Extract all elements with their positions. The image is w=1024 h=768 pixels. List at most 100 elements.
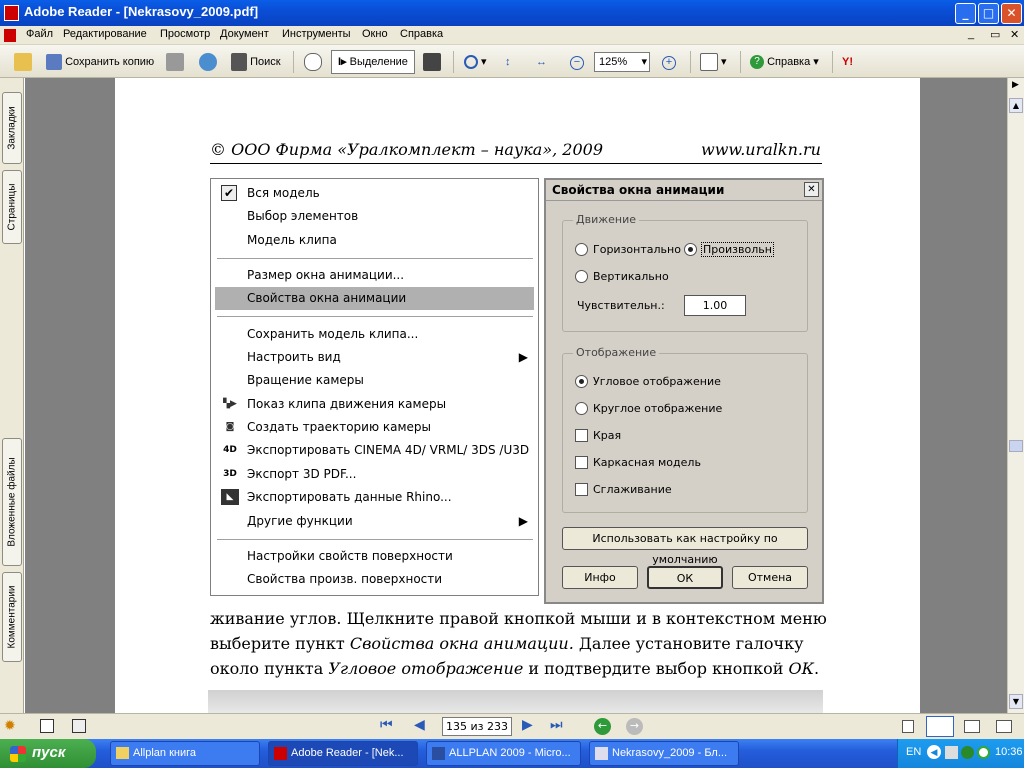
menu-tools[interactable]: Инструменты <box>282 28 351 40</box>
zoom-in-button[interactable]: + <box>662 51 676 73</box>
doc-restore-button[interactable]: ▭ <box>990 28 1000 41</box>
menu-item-animation-window-size[interactable]: Размер окна анимации... <box>211 264 538 287</box>
radio-horizontal[interactable] <box>575 243 588 256</box>
last-page-button[interactable]: ⏭ <box>550 717 563 733</box>
menu-item-export-rhino[interactable]: ◣ Экспортировать данные Rhino... <box>211 486 538 509</box>
menu-item-whole-model[interactable]: ✔ Вся модель <box>211 182 538 205</box>
help-button[interactable]: ? Справка ▾ <box>750 51 819 73</box>
open-button[interactable] <box>14 51 32 73</box>
page-layout-icon[interactable] <box>72 719 86 733</box>
task-allplan-word[interactable]: ALLPLAN 2009 - Micro... <box>426 741 581 766</box>
minimize-button[interactable]: _ <box>955 3 976 24</box>
rotate-button[interactable]: ▾ <box>700 51 727 73</box>
menu-item-animation-window-properties[interactable]: Свойства окна анимации <box>215 287 534 310</box>
menu-bar: Файл Редактирование Просмотр Документ Ин… <box>0 26 1024 45</box>
go-forward-icon[interactable]: → <box>626 718 643 735</box>
hand-tool-button[interactable] <box>304 51 322 73</box>
yahoo-icon[interactable]: Y! <box>842 51 853 73</box>
page-view-icon[interactable] <box>40 719 54 733</box>
floppy-icon <box>46 54 62 71</box>
dialog-close-icon[interactable]: ✕ <box>804 182 819 197</box>
tray-arrow-icon[interactable]: ◀ <box>927 745 941 759</box>
email-button[interactable] <box>199 51 217 73</box>
scroll-thumb[interactable] <box>1009 440 1023 452</box>
next-page-button[interactable]: ▶ <box>522 717 533 733</box>
print-button[interactable] <box>166 51 184 73</box>
single-page-view-icon[interactable] <box>902 720 914 733</box>
fit-width-button[interactable]: ↔ <box>536 51 547 73</box>
previous-page-button[interactable]: ◀ <box>414 717 425 733</box>
language-indicator[interactable]: EN <box>906 746 921 758</box>
page-header-right: www.uralkn.ru <box>701 140 821 159</box>
menu-file[interactable]: Файл <box>26 28 53 40</box>
page-number-input[interactable]: 135 из 233 <box>442 717 512 736</box>
checkbox-edges[interactable] <box>575 429 588 442</box>
tab-attachments[interactable]: Вложенные файлы <box>2 438 22 566</box>
radio-angular[interactable] <box>575 375 588 388</box>
tab-bookmarks[interactable]: Закладки <box>2 92 22 164</box>
network-icon[interactable] <box>945 746 958 759</box>
menu-item-export-cinema4d[interactable]: 4D Экспортировать CINEMA 4D/ VRML/ 3DS /U… <box>211 439 538 462</box>
zoom-in-tool-button[interactable]: ▾ <box>464 51 487 73</box>
app-tray-icon[interactable] <box>977 746 990 759</box>
task-allplan-book[interactable]: Allplan книга <box>110 741 260 766</box>
menu-item-label: Настройки свойств поверхности <box>247 549 453 563</box>
start-button[interactable]: пуск <box>0 739 96 768</box>
menu-item-surface-settings[interactable]: Настройки свойств поверхности <box>211 545 538 568</box>
save-copy-button[interactable]: Сохранить копию <box>46 51 154 73</box>
maximize-button[interactable]: □ <box>978 3 999 24</box>
menu-help[interactable]: Справка <box>400 28 443 40</box>
radio-arbitrary[interactable] <box>684 243 697 256</box>
scroll-down-button[interactable]: ▼ <box>1009 694 1023 709</box>
zoom-select[interactable]: 125% ▾ <box>594 52 650 72</box>
dialog-titlebar: Свойства окна анимации ✕ <box>546 180 822 201</box>
menu-item-configure-view[interactable]: Настроить вид ▶ <box>211 346 538 369</box>
menu-item-show-camera-clip[interactable]: ▚▶ Показ клипа движения камеры <box>211 393 538 416</box>
tab-comments[interactable]: Комментарии <box>2 572 22 662</box>
menu-item-clip-model[interactable]: Модель клипа <box>211 229 538 252</box>
tab-pages[interactable]: Страницы <box>2 170 22 244</box>
ok-button[interactable]: ОК <box>647 566 723 589</box>
search-button[interactable]: Поиск <box>231 51 281 73</box>
binoculars-icon <box>231 53 247 72</box>
sensitivity-input[interactable]: 1.00 <box>684 295 746 316</box>
facing-view-icon[interactable] <box>964 720 980 733</box>
collapse-arrow-icon[interactable]: ▶ <box>1009 80 1022 94</box>
security-icon[interactable] <box>961 746 974 759</box>
menu-window[interactable]: Окно <box>362 28 388 40</box>
first-page-button[interactable]: ⏮ <box>380 717 393 733</box>
doc-minimize-button[interactable]: _ <box>968 28 974 40</box>
go-back-icon[interactable]: ← <box>594 718 611 735</box>
close-button[interactable]: ✕ <box>1001 3 1022 24</box>
menu-edit[interactable]: Редактирование <box>63 28 147 40</box>
menu-item-save-clip-model[interactable]: Сохранить модель клипа... <box>211 323 538 346</box>
fit-height-button[interactable]: ↕ <box>505 51 511 73</box>
menu-item-select-elements[interactable]: Выбор элементов <box>211 205 538 228</box>
snapshot-button[interactable] <box>423 51 441 73</box>
task-nekrasovy-notepad[interactable]: Nekrasovy_2009 - Бл... <box>589 741 739 766</box>
menu-view[interactable]: Просмотр <box>160 28 210 40</box>
vertical-scrollbar[interactable]: ▶ ▲ ▼ <box>1007 78 1024 713</box>
checkbox-smoothing[interactable] <box>575 483 588 496</box>
menu-item-create-camera-path[interactable]: ◙ Создать траекторию камеры <box>211 416 538 439</box>
menu-item-free-surface-properties[interactable]: Свойства произв. поверхности <box>211 568 538 591</box>
radio-round[interactable] <box>575 402 588 415</box>
menu-item-camera-rotation[interactable]: Вращение камеры <box>211 369 538 392</box>
use-as-default-button[interactable]: Использовать как настройку по умолчанию <box>562 527 808 566</box>
continuous-facing-view-icon[interactable] <box>996 720 1012 733</box>
zoom-out-button[interactable]: − <box>570 51 584 73</box>
menu-document[interactable]: Документ <box>220 28 269 40</box>
doc-close-button[interactable]: ✕ <box>1010 28 1019 41</box>
menu-item-other-functions[interactable]: Другие функции ▶ <box>211 510 538 533</box>
continuous-view-icon[interactable] <box>926 716 954 737</box>
radio-vertical[interactable] <box>575 270 588 283</box>
select-tool-button[interactable]: I▸ Выделение <box>331 50 415 74</box>
cancel-button[interactable]: Отмена <box>732 566 808 589</box>
settings-icon[interactable]: ✹ <box>4 718 20 734</box>
scroll-up-button[interactable]: ▲ <box>1009 98 1023 113</box>
task-adobe-reader[interactable]: Adobe Reader - [Nek... <box>268 741 418 766</box>
word-icon <box>432 747 445 760</box>
checkbox-wireframe[interactable] <box>575 456 588 469</box>
info-button[interactable]: Инфо <box>562 566 638 589</box>
menu-item-export-3d-pdf[interactable]: 3D Экспорт 3D PDF... <box>211 463 538 486</box>
